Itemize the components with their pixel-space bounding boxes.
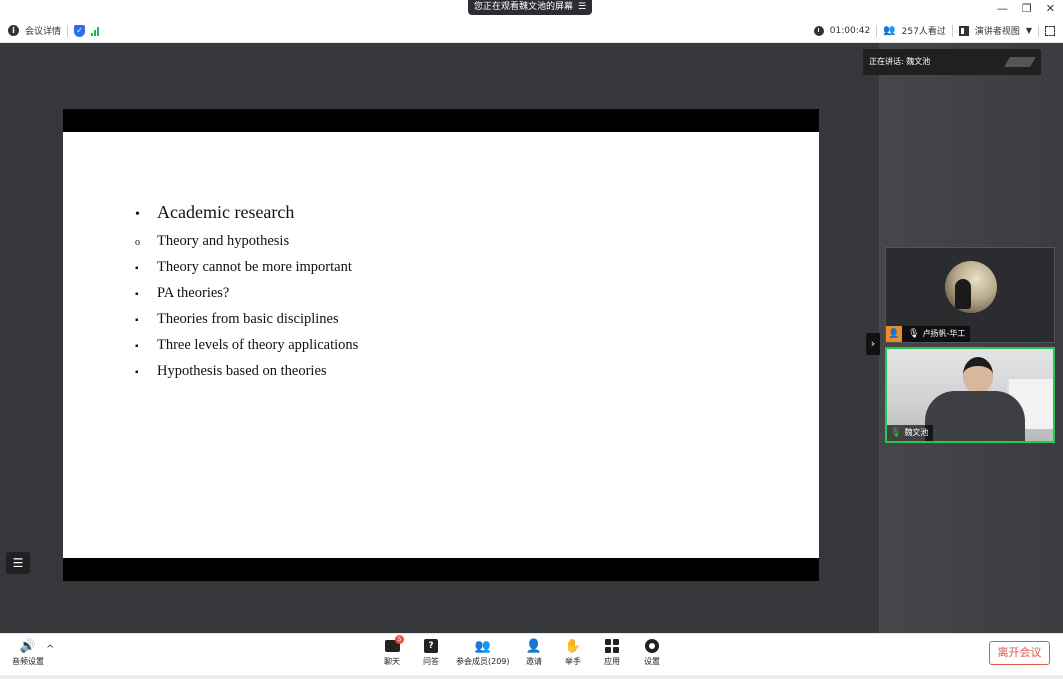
fullscreen-icon[interactable] — [1045, 25, 1055, 36]
participant-video — [925, 357, 1025, 441]
chat-badge: 5 — [395, 635, 404, 644]
apps-label: 应用 — [604, 657, 620, 666]
info-icon[interactable]: i — [8, 25, 19, 36]
divider — [951, 24, 953, 37]
viewers-icon: 👥 — [883, 25, 896, 36]
raise-hand-button[interactable]: ✋ 举手 — [565, 638, 581, 667]
speaking-indicator: 正在讲话: 魏文池 — [863, 49, 1041, 75]
collapse-panel-button[interactable]: › — [866, 333, 880, 355]
speaking-label: 正在讲话: — [869, 57, 904, 66]
bottom-toolbar: 🔊 音频设置 ^ 5 聊天 ? 问答 👥 参会成员(209) 👤 邀请 ✋ 举手… — [0, 633, 1063, 675]
settings-label: 设置 — [644, 657, 660, 666]
qa-button[interactable]: ? 问答 — [423, 638, 439, 667]
host-icon: 👤 — [886, 326, 902, 342]
hand-icon: ✋ — [564, 638, 582, 654]
viewers-count: 257人看过 — [901, 27, 946, 37]
slide-letterbox-bottom — [63, 558, 819, 581]
participant-name: 卢扬帆-华工 — [922, 329, 966, 338]
microphone-icon: 🎙 — [890, 428, 902, 438]
apps-button[interactable]: 应用 — [604, 638, 620, 667]
chevron-up-icon[interactable]: ^ — [46, 644, 54, 655]
title-bar: 您正在观看魏文池的屏幕 ☰ — ❐ ✕ — [0, 0, 1063, 20]
bullet-item: ▪ Theories from basic disciplines — [135, 311, 339, 327]
speaking-name: 魏文池 — [906, 57, 931, 66]
chat-label: 聊天 — [384, 657, 400, 666]
divider — [1038, 24, 1039, 37]
participant-name: 魏文池 — [904, 428, 929, 437]
speaker-icon: 🔊 — [19, 638, 37, 654]
chevron-down-icon[interactable]: ▼ — [1026, 26, 1032, 35]
minimize-button[interactable]: — — [997, 2, 1008, 15]
bullet-item: ▪ Theory cannot be more important — [135, 259, 352, 275]
settings-button[interactable]: 设置 — [644, 638, 660, 667]
divider — [876, 24, 878, 37]
participants-icon: 👥 — [474, 638, 491, 654]
participants-label: 参会成员(209) — [456, 657, 510, 666]
shield-icon[interactable]: ✓ — [74, 24, 86, 37]
list-icon: ☰ — [578, 2, 587, 12]
add-user-icon: 👤 — [525, 638, 543, 654]
participant-label: 🎙 魏文池 — [887, 425, 934, 441]
viewing-screen-banner[interactable]: 您正在观看魏文池的屏幕 ☰ — [468, 0, 593, 15]
slide-letterbox-top — [63, 109, 819, 132]
avatar — [945, 261, 997, 313]
bullet-item: • Academic research — [135, 202, 295, 222]
participant-label: 👤 🎙 卢扬帆-华工 — [886, 326, 971, 342]
window-controls: — ❐ ✕ — [997, 2, 1055, 15]
bullet-item: ▪ PA theories? — [135, 285, 230, 301]
clock-icon — [813, 25, 824, 36]
question-icon: ? — [423, 638, 439, 654]
invite-button[interactable]: 👤 邀请 — [526, 638, 542, 667]
qa-label: 问答 — [423, 657, 439, 666]
viewing-screen-text: 您正在观看魏文池的屏幕 — [474, 2, 574, 12]
apps-grid-icon — [604, 638, 620, 654]
divider — [67, 24, 69, 37]
restore-button[interactable]: ❐ — [1022, 2, 1032, 15]
presentation-slide: • Academic research o Theory and hypothesi… — [63, 132, 819, 558]
audio-settings-button[interactable]: 🔊 音频设置 — [12, 638, 44, 667]
chat-icon: 5 — [384, 635, 404, 654]
participant-video-tile-active[interactable]: 🎙 魏文池 — [885, 347, 1055, 443]
layout-icon[interactable] — [958, 25, 969, 36]
invite-label: 邀请 — [526, 657, 542, 666]
shared-screen-area: • Academic research o Theory and hypothesi… — [0, 43, 879, 633]
microphone-icon: 🎙 — [908, 329, 920, 339]
signal-strength-icon[interactable] — [91, 26, 100, 36]
meeting-timer: 01:00:42 — [829, 25, 871, 36]
participant-video-tile[interactable]: 👤 🎙 卢扬帆-华工 — [885, 247, 1055, 343]
chat-button[interactable]: 5 聊天 — [384, 635, 404, 667]
list-menu-icon[interactable]: ☰ — [6, 552, 30, 574]
slide-bullet-list: • Academic research o Theory and hypothesi… — [135, 198, 358, 385]
leave-meeting-button[interactable]: 离开会议 — [989, 641, 1050, 665]
raise-hand-label: 举手 — [565, 657, 581, 666]
participants-button[interactable]: 👥 参会成员(209) — [456, 638, 510, 667]
bullet-item: ▪ Hypothesis based on theories — [135, 363, 327, 379]
view-mode-selector[interactable]: 演讲者视图 — [975, 24, 1020, 37]
close-button[interactable]: ✕ — [1046, 2, 1055, 15]
logo-icon — [1004, 57, 1036, 67]
gear-icon — [644, 638, 660, 654]
meeting-details-link[interactable]: 会议详情 — [25, 24, 61, 37]
bullet-item: o Theory and hypothesis — [135, 233, 290, 249]
audio-settings-label: 音频设置 — [12, 657, 44, 666]
bullet-item: ▪ Three levels of theory applications — [135, 337, 359, 353]
bottom-edge — [0, 675, 1063, 679]
meeting-info-bar: i 会议详情 ✓ 01:00:42 👥 257人看过 演讲者视图 ▼ — [0, 20, 1063, 43]
